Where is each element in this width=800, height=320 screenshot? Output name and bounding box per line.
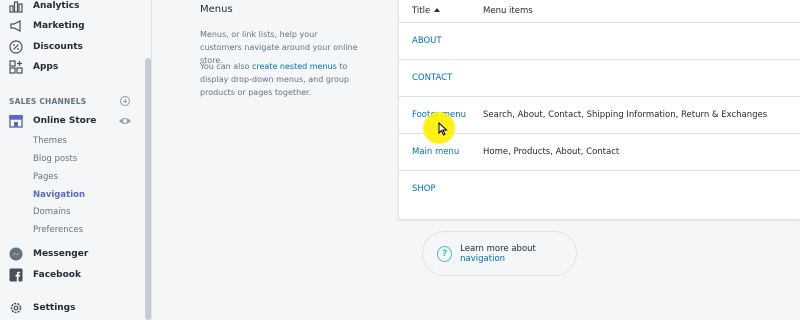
sidebar-sub-blog-posts[interactable]: Blog posts xyxy=(33,154,77,164)
learn-more-prefix: Learn more about xyxy=(460,243,536,254)
menu-title-link[interactable]: SHOP xyxy=(412,184,436,194)
sidebar-item-settings[interactable]: Settings xyxy=(8,299,75,317)
learn-more-text: Learn more about navigation xyxy=(460,244,576,264)
sidebar: Analytics Marketing Discounts Apps SALES… xyxy=(0,0,152,320)
bar-chart-icon xyxy=(8,0,24,14)
table-row[interactable]: Footer menu Search, About, Contact, Ship… xyxy=(399,96,800,133)
sidebar-item-label: Apps xyxy=(33,62,59,72)
menu-title-link[interactable]: CONTACT xyxy=(412,73,452,83)
sidebar-item-analytics[interactable]: Analytics xyxy=(8,0,79,15)
menu-title-link[interactable]: ABOUT xyxy=(412,36,442,46)
sidebar-sub-pages[interactable]: Pages xyxy=(33,172,58,182)
sidebar-item-label: Discounts xyxy=(33,42,83,52)
sidebar-item-label: Marketing xyxy=(33,21,85,31)
sidebar-scrollbar[interactable] xyxy=(145,58,151,320)
table-row[interactable]: CONTACT xyxy=(399,59,800,96)
sidebar-sub-navigation[interactable]: Navigation xyxy=(33,190,85,200)
sidebar-sub-domains[interactable]: Domains xyxy=(33,207,70,217)
nested-prefix: You can also xyxy=(200,62,252,71)
learn-more-callout: ? Learn more about navigation xyxy=(422,231,577,276)
messenger-icon xyxy=(8,246,24,262)
store-icon xyxy=(8,113,24,129)
create-nested-menus-link[interactable]: create nested menus xyxy=(252,62,337,71)
sidebar-item-label: Messenger xyxy=(33,249,89,259)
sidebar-sub-themes[interactable]: Themes xyxy=(33,136,67,146)
add-sales-channel-icon[interactable] xyxy=(120,96,130,106)
column-header-menu-items: Menu items xyxy=(483,6,533,16)
menu-title-link[interactable]: Main menu xyxy=(412,147,459,157)
sales-channels-heading: SALES CHANNELS xyxy=(9,97,87,106)
column-header-title[interactable]: Title xyxy=(412,6,441,16)
main-content: Menus Menus, or link lists, help your cu… xyxy=(153,0,800,320)
discount-icon xyxy=(8,39,24,55)
sidebar-item-facebook[interactable]: Facebook xyxy=(8,266,81,284)
sidebar-item-marketing[interactable]: Marketing xyxy=(8,17,85,35)
nested-menus-description: You can also create nested menus to disp… xyxy=(200,60,360,99)
sidebar-item-label: Settings xyxy=(33,303,76,313)
sidebar-item-discounts[interactable]: Discounts xyxy=(8,38,83,56)
menu-items-cell: Home, Products, About, Contact xyxy=(483,147,620,157)
gear-icon xyxy=(8,300,24,316)
sidebar-sub-preferences[interactable]: Preferences xyxy=(33,225,83,235)
sidebar-item-online-store[interactable]: Online Store xyxy=(8,112,96,130)
table-row[interactable]: SHOP xyxy=(399,170,800,207)
sidebar-item-label: Analytics xyxy=(33,1,80,11)
mouse-pointer-icon xyxy=(438,122,448,136)
menu-items-cell: Search, About, Contact, Shipping Informa… xyxy=(483,110,768,120)
table-row[interactable]: ABOUT xyxy=(399,22,800,59)
eye-icon[interactable] xyxy=(118,116,132,129)
megaphone-icon xyxy=(8,18,24,34)
sidebar-item-apps[interactable]: Apps xyxy=(8,58,58,76)
navigation-help-link[interactable]: navigation xyxy=(460,254,505,264)
page-title: Menus xyxy=(200,4,233,15)
sidebar-item-label: Online Store xyxy=(33,116,97,126)
menus-table-card: Title Menu items ABOUT CONTACT Footer me… xyxy=(398,0,800,220)
sort-ascending-icon xyxy=(434,8,441,12)
column-header-title-label: Title xyxy=(412,6,431,16)
apps-icon xyxy=(8,59,24,75)
sidebar-item-label: Facebook xyxy=(33,270,81,280)
table-row[interactable]: Main menu Home, Products, About, Contact xyxy=(399,133,800,170)
facebook-icon xyxy=(8,267,24,283)
help-icon: ? xyxy=(437,245,453,262)
sidebar-item-messenger[interactable]: Messenger xyxy=(8,245,88,263)
